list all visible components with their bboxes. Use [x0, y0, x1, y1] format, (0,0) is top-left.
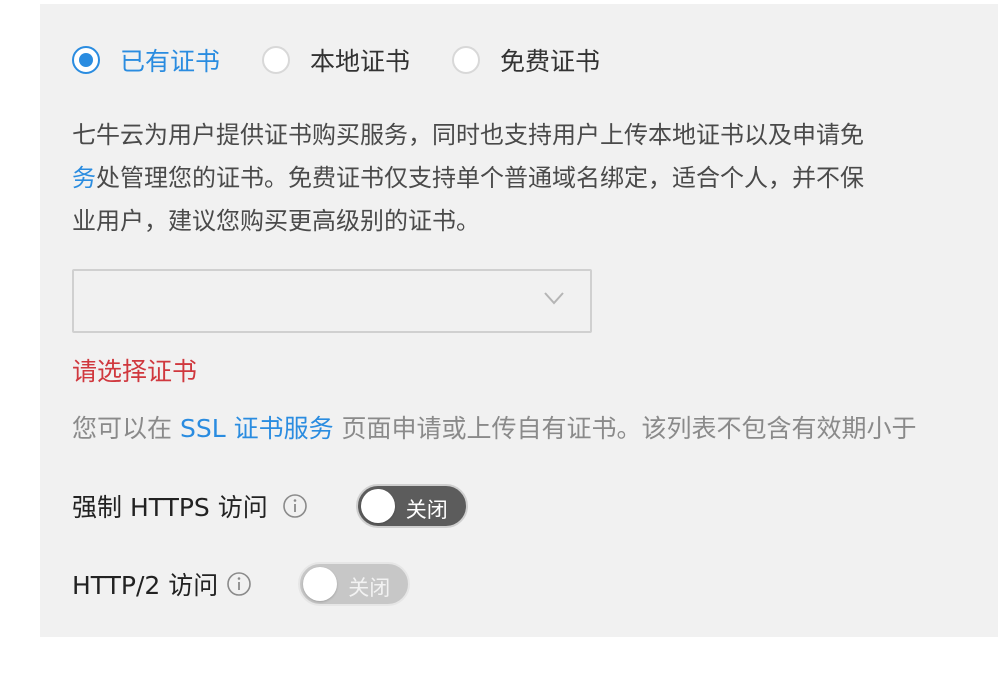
hint-suffix: 页面申请或上传自有证书。该列表不包含有效期小于 [333, 414, 917, 443]
info-icon[interactable] [226, 571, 252, 597]
force-https-toggle-text: 关闭 [405, 498, 448, 522]
description-line-2: 务处管理您的证书。免费证书仅支持单个普通域名绑定，适合个人，并不保 [72, 157, 998, 200]
description-line-1: 七牛云为用户提供证书购买服务，同时也支持用户上传本地证书以及申请免 [72, 121, 864, 149]
certificate-description: 七牛云为用户提供证书购买服务，同时也支持用户上传本地证书以及申请免 务处管理您的… [72, 114, 998, 243]
info-icon[interactable] [282, 493, 308, 519]
http2-toggle[interactable]: 关闭 [298, 562, 411, 606]
ssl-certificate-service-link[interactable]: SSL 证书服务 [180, 414, 334, 443]
force-https-row: 强制 HTTPS 访问 关闭 [72, 484, 468, 528]
certificate-select[interactable] [72, 269, 592, 333]
radio-local-certificate[interactable]: 本地证书 [262, 42, 410, 78]
radio-label-existing: 已有证书 [120, 47, 221, 76]
http2-toggle-text: 关闭 [348, 576, 391, 600]
certificate-error-message: 请选择证书 [72, 357, 198, 386]
https-config-panel: 已有证书 本地证书 免费证书 七牛云为用户提供证书购买服务，同时也支持用户上传本… [40, 4, 998, 637]
hint-prefix: 您可以在 [72, 414, 180, 443]
http2-row: HTTP/2 访问 关闭 [72, 562, 411, 606]
radio-unchecked-icon[interactable] [452, 46, 481, 74]
certificate-type-radio-group: 已有证书 本地证书 免费证书 [72, 42, 642, 78]
radio-checked-icon[interactable] [72, 46, 100, 74]
radio-label-local: 本地证书 [310, 47, 411, 76]
force-https-label: 强制 HTTPS 访问 [72, 493, 268, 522]
chevron-down-icon [544, 292, 564, 305]
radio-existing-certificate[interactable]: 已有证书 [72, 42, 220, 78]
radio-unchecked-icon[interactable] [262, 46, 291, 74]
certificate-hint: 您可以在 SSL 证书服务 页面申请或上传自有证书。该列表不包含有效期小于 [72, 409, 917, 445]
http2-label: HTTP/2 访问 [72, 571, 219, 600]
force-https-toggle[interactable]: 关闭 [355, 484, 468, 528]
toggle-knob [303, 567, 338, 601]
toggle-knob [360, 489, 395, 523]
radio-free-certificate[interactable]: 免费证书 [452, 42, 600, 78]
description-line-3: 业用户，建议您购买更高级别的证书。 [72, 207, 480, 235]
description-line-2-text: 处管理您的证书。免费证书仅支持单个普通域名绑定，适合个人，并不保 [96, 164, 864, 192]
ssl-service-link[interactable]: 务 [72, 164, 96, 192]
radio-label-free: 免费证书 [500, 47, 601, 76]
